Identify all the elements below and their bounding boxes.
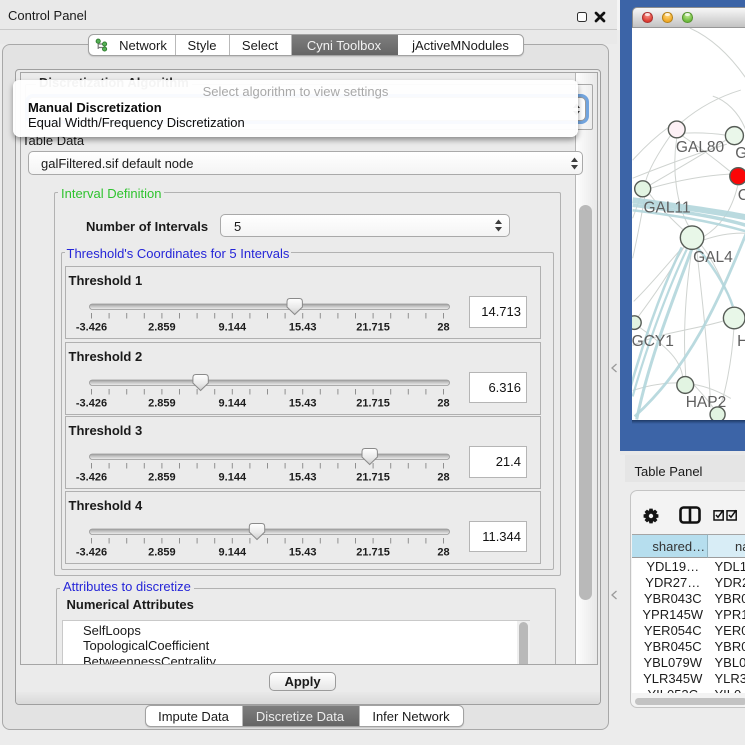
svg-text:21.715: 21.715 (356, 546, 390, 558)
svg-text:GAL11: GAL11 (643, 200, 690, 217)
svg-text:-3.426: -3.426 (75, 472, 106, 484)
svg-text:GCY1: GCY1 (632, 333, 674, 350)
svg-text:GAL80: GAL80 (675, 139, 724, 156)
svg-text:21.715: 21.715 (356, 322, 390, 334)
svg-text:C: C (737, 187, 745, 204)
svg-text:28: 28 (437, 472, 449, 484)
svg-text:15.43: 15.43 (288, 322, 316, 334)
svg-text:HAP2: HAP2 (685, 394, 726, 411)
svg-text:2.859: 2.859 (148, 472, 176, 484)
svg-text:15.43: 15.43 (288, 472, 316, 484)
svg-text:15.43: 15.43 (288, 546, 316, 558)
svg-text:9.144: 9.144 (218, 546, 246, 558)
svg-text:9.144: 9.144 (218, 472, 246, 484)
svg-text:-3.426: -3.426 (75, 322, 106, 334)
svg-text:9.144: 9.144 (218, 397, 246, 409)
svg-text:28: 28 (437, 546, 449, 558)
svg-text:2.859: 2.859 (148, 397, 176, 409)
svg-text:-3.426: -3.426 (75, 546, 106, 558)
svg-text:21.715: 21.715 (356, 472, 390, 484)
svg-text:15.43: 15.43 (288, 397, 316, 409)
svg-text:-3.426: -3.426 (75, 397, 106, 409)
svg-text:2.859: 2.859 (148, 322, 176, 334)
svg-text:28: 28 (437, 397, 449, 409)
svg-text:GAL4: GAL4 (693, 249, 733, 266)
svg-text:H: H (737, 333, 745, 350)
svg-text:GA: GA (735, 145, 745, 162)
svg-text:2.859: 2.859 (148, 546, 176, 558)
svg-text:9.144: 9.144 (218, 322, 246, 334)
svg-text:28: 28 (437, 322, 449, 334)
svg-text:21.715: 21.715 (356, 397, 390, 409)
